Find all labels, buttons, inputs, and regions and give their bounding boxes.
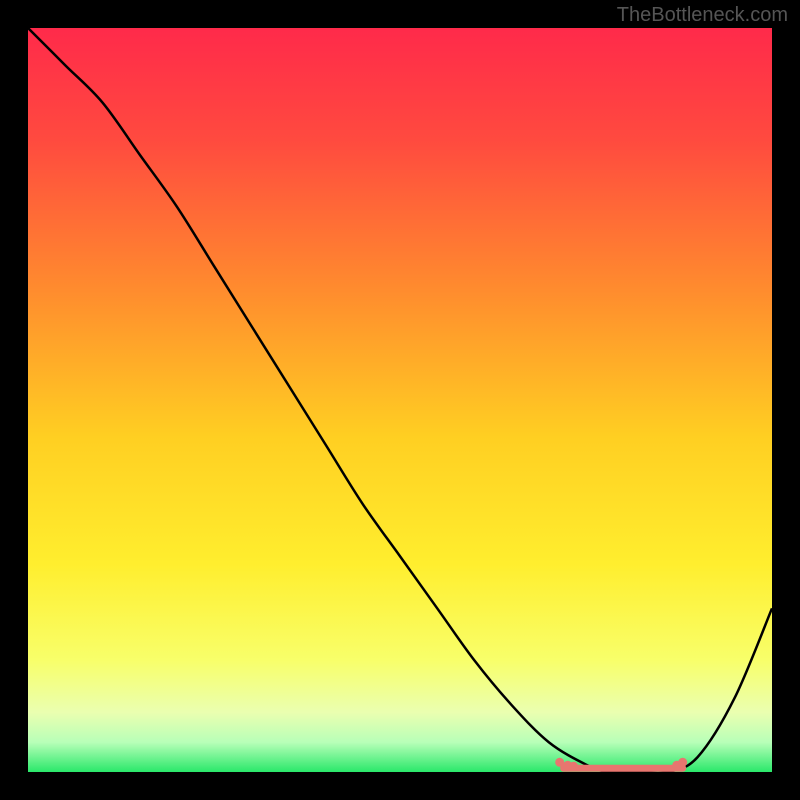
plot-area <box>28 28 772 772</box>
curve-layer <box>28 28 772 772</box>
watermark-text: TheBottleneck.com <box>617 4 788 27</box>
bottleneck-curve <box>28 28 772 772</box>
